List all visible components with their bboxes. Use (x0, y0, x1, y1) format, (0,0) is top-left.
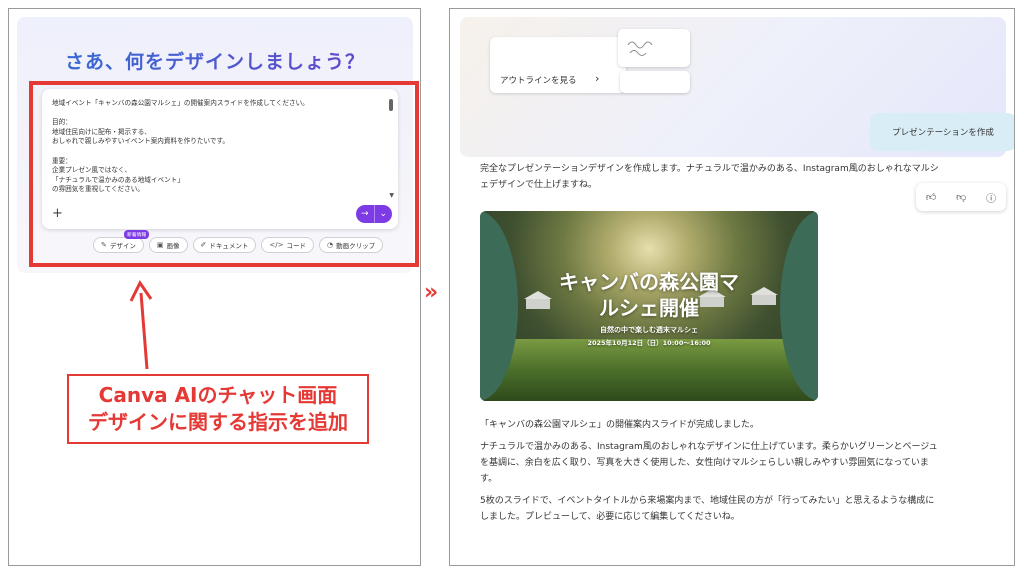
scribble-icon (627, 41, 653, 56)
thumbs-down-icon[interactable]: 👎︎ (956, 191, 966, 203)
outline-label: アウトラインを見る (500, 76, 577, 86)
slide-grass-background (480, 339, 818, 401)
user-message-bubble: プレゼンテーションを作成 (870, 113, 1014, 151)
response-line: 5枚のスライドで、イベントタイトルから来場案内まで、地域住民の方が「行ってみたい… (480, 496, 935, 506)
response-line: す。 (480, 474, 498, 484)
intro-line: 完全なプレゼンテーションデザインを作成します。ナチュラルで温かみのある、Inst… (480, 164, 939, 174)
slide-title-line: ルシェ開催 (599, 296, 699, 320)
transition-arrow-icon: » (424, 280, 439, 305)
annotation-callout: Canva AIのチャット画面 デザインに関する指示を追加 (67, 374, 369, 444)
callout-line-2: デザインに関する指示を追加 (88, 410, 348, 434)
thumbs-up-icon[interactable]: 👍︎ (926, 191, 936, 203)
slide-preview[interactable]: キャンバの森公園マ ルシェ開催 自然の中で楽しむ週末マルシェ 2025年10月1… (480, 211, 818, 401)
outline-preview-thumbnail[interactable] (620, 71, 690, 93)
left-panel: さあ、何をデザインしましょう？ 地域イベント「キャンバの森公園マルシェ」の開催案… (8, 8, 421, 566)
callout-line-1: Canva AIのチャット画面 (98, 383, 338, 407)
outline-preview-thumbnail[interactable] (618, 29, 690, 67)
info-icon[interactable]: ⓘ (986, 190, 996, 205)
slide-subtitle: 自然の中で楽しむ週末マルシェ (600, 326, 698, 334)
pointer-arrow-icon (129, 280, 153, 370)
slide-title: キャンバの森公園マ ルシェ開催 (520, 269, 778, 321)
assistant-response: 「キャンバの森公園マルシェ」の開催案内スライドが完成しました。 ナチュラルで温か… (480, 417, 1002, 525)
response-line: を基調に、余白を広く取り、写真を大きく使用した、女性向けマルシェらしい親しみやす… (480, 458, 929, 468)
slide-title-line: キャンバの森公園マ (559, 270, 739, 294)
slide-date: 2025年10月12日（日）10:00〜16:00 (587, 339, 711, 347)
response-line: ナチュラルで温かみのある、Instagram風のおしゃれなデザインに仕上げていま… (480, 442, 938, 452)
response-line: しました。プレビューして、必要に応じて編集してくださいね。 (480, 512, 740, 522)
response-line: 「キャンバの森公園マルシェ」の開催案内スライドが完成しました。 (480, 420, 760, 430)
outline-card[interactable]: アウトラインを見る › (490, 37, 626, 93)
page-heading: さあ、何をデザインしましょう？ (17, 47, 413, 74)
chat-history-area: アウトラインを見る › プレゼンテーションを作成 (460, 17, 1014, 157)
right-panel: アウトラインを見る › プレゼンテーションを作成 完全なプレゼンテーションデザイ… (449, 8, 1015, 566)
feedback-toolbar: 👍︎ 👎︎ ⓘ (916, 183, 1006, 211)
chevron-right-icon: › (595, 72, 600, 85)
highlight-box (29, 81, 419, 267)
